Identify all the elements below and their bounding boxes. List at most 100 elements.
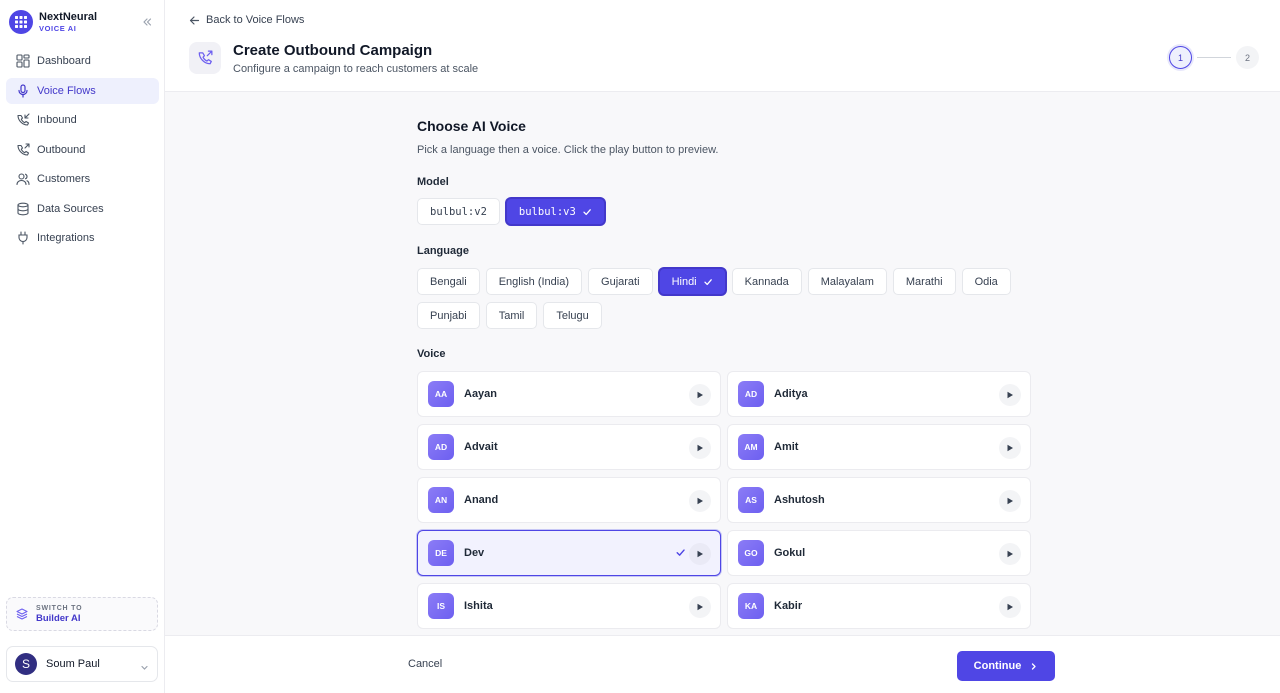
sidebar-item-integrations[interactable]: Integrations xyxy=(6,225,159,251)
language-option-english-india[interactable]: English (India) xyxy=(485,268,583,295)
page-header: Back to Voice Flows Create Outbound Camp… xyxy=(165,0,1280,92)
sidebar: NextNeural VOICE AI Dashboard Voice Flow… xyxy=(0,0,165,693)
language-option-label: Malayalam xyxy=(820,275,874,288)
mic-icon xyxy=(15,83,31,99)
language-option-kannada[interactable]: Kannada xyxy=(731,268,802,295)
sidebar-item-label: Data Sources xyxy=(37,202,104,215)
play-icon[interactable] xyxy=(999,490,1021,512)
voice-name: Aditya xyxy=(774,388,808,400)
grid-logo-icon xyxy=(9,10,33,34)
language-option-telugu[interactable]: Telugu xyxy=(543,302,602,329)
step-connector xyxy=(1197,57,1231,58)
sidebar-item-voice-flows[interactable]: Voice Flows xyxy=(6,77,159,104)
language-option-odia[interactable]: Odia xyxy=(961,268,1011,295)
users-icon xyxy=(15,171,31,187)
sidebar-item-label: Outbound xyxy=(37,143,86,156)
voice-avatar: GO xyxy=(738,540,764,566)
language-option-hindi[interactable]: Hindi xyxy=(658,268,726,295)
voice-card-ishita[interactable]: IS Ishita xyxy=(417,583,721,629)
continue-button[interactable]: Continue xyxy=(957,651,1055,681)
language-option-label: Punjabi xyxy=(430,309,467,322)
sidebar-item-data-sources[interactable]: Data Sources xyxy=(6,196,159,222)
language-option-label: Gujarati xyxy=(601,275,640,288)
play-icon[interactable] xyxy=(999,384,1021,406)
language-option-label: Kannada xyxy=(744,275,789,288)
section-title: Choose AI Voice xyxy=(417,118,526,134)
voice-card-gokul[interactable]: GO Gokul xyxy=(727,530,1031,576)
voice-avatar: AD xyxy=(428,434,454,460)
voice-name: Kabir xyxy=(774,600,803,612)
play-icon[interactable] xyxy=(689,384,711,406)
play-icon[interactable] xyxy=(689,490,711,512)
voice-label: Voice xyxy=(417,348,446,360)
brand-name: NextNeural xyxy=(39,10,98,23)
layers-icon xyxy=(16,608,28,620)
voice-card-dev[interactable]: DE Dev xyxy=(417,530,721,576)
check-icon xyxy=(582,207,592,217)
play-icon[interactable] xyxy=(999,437,1021,459)
voice-card-kabir[interactable]: KA Kabir xyxy=(727,583,1031,629)
play-icon[interactable] xyxy=(999,543,1021,565)
language-option-gujarati[interactable]: Gujarati xyxy=(588,268,653,295)
phone-incoming-icon xyxy=(15,112,31,128)
play-icon[interactable] xyxy=(689,543,711,565)
play-icon[interactable] xyxy=(689,596,711,618)
language-label: Language xyxy=(417,245,469,257)
sidebar-nav: Dashboard Voice Flows Inbound Outbound C… xyxy=(6,48,159,255)
switch-product-button[interactable]: SWITCH TO Builder AI xyxy=(6,597,158,631)
section-subtitle: Pick a language then a voice. Click the … xyxy=(417,144,719,156)
play-icon[interactable] xyxy=(999,596,1021,618)
voice-card-advait[interactable]: AD Advait xyxy=(417,424,721,470)
sidebar-item-label: Inbound xyxy=(37,114,77,126)
language-option-tamil[interactable]: Tamil xyxy=(485,302,538,329)
voice-card-ashutosh[interactable]: AS Ashutosh xyxy=(727,477,1031,523)
cancel-button[interactable]: Cancel xyxy=(408,658,442,670)
main-content: Choose AI Voice Pick a language then a v… xyxy=(165,92,1280,635)
chevron-right-icon xyxy=(1029,662,1038,671)
check-icon xyxy=(675,547,686,558)
voice-name: Ashutosh xyxy=(774,494,825,506)
sidebar-item-inbound[interactable]: Inbound xyxy=(6,107,159,133)
model-option[interactable]: bulbul:v2 xyxy=(417,198,500,225)
language-option-malayalam[interactable]: Malayalam xyxy=(807,268,887,295)
continue-button-label: Continue xyxy=(973,660,1022,672)
user-menu[interactable]: S Soum Paul xyxy=(6,646,158,682)
voice-name: Ishita xyxy=(464,600,493,612)
brand-subtitle: VOICE AI xyxy=(39,23,77,33)
sidebar-item-label: Dashboard xyxy=(37,55,91,67)
model-options: bulbul:v2 bulbul:v3 xyxy=(417,198,611,232)
page-title: Create Outbound Campaign xyxy=(233,42,433,59)
voice-card-anand[interactable]: AN Anand xyxy=(417,477,721,523)
sidebar-item-customers[interactable]: Customers xyxy=(6,166,159,192)
back-link-label: Back to Voice Flows xyxy=(206,14,305,26)
voice-name: Anand xyxy=(464,494,499,506)
language-option-bengali[interactable]: Bengali xyxy=(417,268,480,295)
language-option-punjabi[interactable]: Punjabi xyxy=(417,302,480,329)
sidebar-item-dashboard[interactable]: Dashboard xyxy=(6,48,159,74)
collapse-sidebar-icon[interactable] xyxy=(139,14,155,30)
brand[interactable]: NextNeural VOICE AI xyxy=(9,10,97,34)
chevron-down-icon xyxy=(140,659,149,677)
voice-card-aditya[interactable]: AD Aditya xyxy=(727,371,1031,417)
voice-card-aayan[interactable]: AA Aayan xyxy=(417,371,721,417)
back-link[interactable]: Back to Voice Flows xyxy=(189,14,304,26)
model-option-label: bulbul:v3 xyxy=(518,205,576,218)
sidebar-item-label: Voice Flows xyxy=(37,84,96,97)
phone-outgoing-icon xyxy=(189,42,221,74)
sidebar-item-outbound[interactable]: Outbound xyxy=(6,137,159,163)
user-name: Soum Paul xyxy=(46,658,100,670)
plug-icon xyxy=(15,230,31,246)
avatar: S xyxy=(15,653,37,675)
model-label: Model xyxy=(417,176,449,188)
sidebar-item-label: Customers xyxy=(37,173,91,185)
switch-caption: SWITCH TO xyxy=(36,604,83,612)
voice-avatar: KA xyxy=(738,593,764,619)
voice-card-amit[interactable]: AM Amit xyxy=(727,424,1031,470)
sidebar-item-label: Integrations xyxy=(37,232,95,244)
play-icon[interactable] xyxy=(689,437,711,459)
voice-avatar: AN xyxy=(428,487,454,513)
language-option-label: Tamil xyxy=(498,309,525,322)
voice-avatar: AD xyxy=(738,381,764,407)
model-option-selected[interactable]: bulbul:v3 xyxy=(505,198,605,225)
language-option-marathi[interactable]: Marathi xyxy=(892,268,956,295)
